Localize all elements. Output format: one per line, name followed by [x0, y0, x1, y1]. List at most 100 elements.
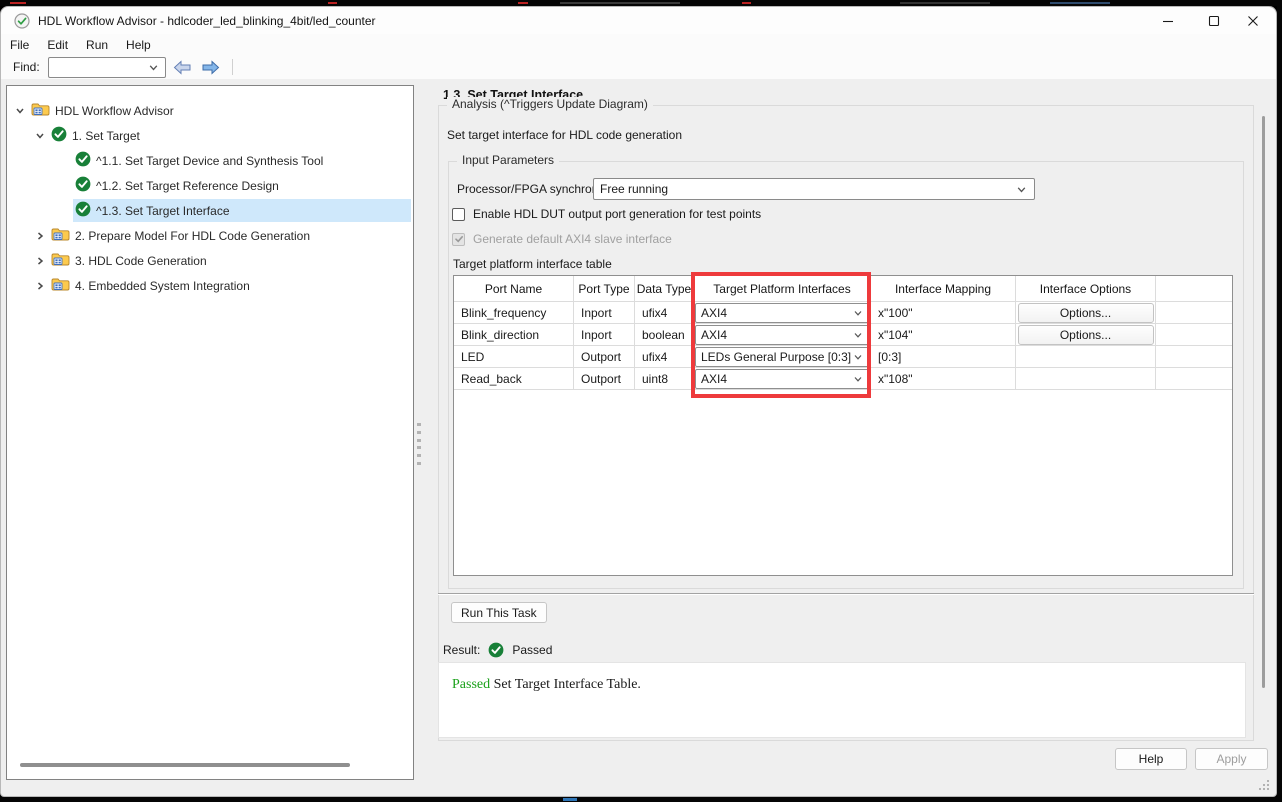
port-type-cell: Outport: [574, 346, 635, 368]
passed-check-icon: [51, 126, 67, 145]
find-label: Find:: [13, 60, 40, 74]
interface-dropdown[interactable]: AXI4: [695, 303, 869, 323]
tree-selection-highlight[interactable]: ^1.3. Set Target Interface: [73, 199, 411, 222]
chevron-down-icon: [853, 308, 863, 318]
passed-check-icon: [488, 642, 504, 658]
passed-check-icon: [75, 176, 91, 195]
chevron-down-icon: [1016, 184, 1027, 195]
tree-item-label: ^1.1. Set Target Device and Synthesis To…: [96, 154, 323, 168]
result-message-status: Passed: [452, 677, 490, 692]
table-row: Blink_frequency Inport ufix4 AXI4 x"100"…: [454, 302, 1232, 324]
tree-item-label: ^1.2. Set Target Reference Design: [96, 179, 279, 193]
chevron-down-icon[interactable]: [31, 128, 49, 144]
menu-file[interactable]: File: [1, 36, 38, 54]
column-header: Target Platform Interfaces: [694, 276, 871, 302]
interface-table-caption: Target platform interface table: [453, 257, 612, 271]
column-header: Port Name: [454, 276, 574, 302]
port-name-cell: LED: [454, 346, 574, 368]
toolbar-separator: [232, 59, 233, 75]
options-button[interactable]: Options...: [1018, 303, 1154, 323]
content-vertical-scrollbar[interactable]: [1262, 116, 1265, 688]
chevron-down-icon: [853, 330, 863, 340]
interface-dropdown[interactable]: AXI4: [695, 369, 869, 389]
axi4-checkbox: [452, 233, 465, 246]
tree-item-label: 3. HDL Code Generation: [75, 254, 207, 268]
resize-grip[interactable]: [1259, 780, 1271, 792]
menu-bar: File Edit Run Help: [1, 34, 1276, 55]
column-header: Interface Options: [1016, 276, 1156, 302]
minimize-button[interactable]: [1145, 7, 1191, 34]
port-name-cell: Read_back: [454, 368, 574, 390]
menu-help[interactable]: Help: [117, 36, 160, 54]
result-status: Passed: [512, 643, 552, 657]
panel-splitter-handle[interactable]: [415, 423, 423, 465]
table-row: Blink_direction Inport boolean AXI4 x"10…: [454, 324, 1232, 346]
find-input[interactable]: [52, 59, 148, 76]
background-right-strip: [1277, 0, 1282, 802]
folder-icon: [31, 102, 50, 119]
passed-check-icon: [75, 201, 91, 220]
screenshot-root: HDL Workflow Advisor - hdlcoder_led_blin…: [0, 0, 1282, 802]
interface-dropdown[interactable]: LEDs General Purpose [0:3]: [695, 347, 869, 367]
menu-edit[interactable]: Edit: [38, 36, 77, 54]
chevron-right-icon[interactable]: [31, 253, 49, 269]
chevron-down-icon[interactable]: [11, 103, 29, 119]
result-message-text: Set Target Interface Table.: [490, 677, 641, 692]
chevron-down-icon: [148, 62, 159, 73]
app-window: HDL Workflow Advisor - hdlcoder_led_blin…: [0, 6, 1277, 797]
data-type-cell: boolean: [635, 324, 694, 346]
tree-item-hdl-code-generation[interactable]: 3. HDL Code Generation: [7, 248, 413, 273]
data-type-cell: uint8: [635, 368, 694, 390]
folder-icon: [51, 277, 70, 294]
sync-dropdown[interactable]: Free running: [593, 178, 1035, 200]
tree-item-label: 4. Embedded System Integration: [75, 279, 250, 293]
find-combobox[interactable]: [48, 57, 166, 78]
arrow-right-icon: [201, 60, 220, 75]
tree-item-set-target[interactable]: 1. Set Target: [7, 123, 413, 148]
port-type-cell: Inport: [574, 302, 635, 324]
folder-icon: [51, 252, 70, 269]
tree-item-hdl-workflow-advisor[interactable]: HDL Workflow Advisor: [7, 98, 413, 123]
table-header-row: Port Name Port Type Data Type Target Pla…: [454, 276, 1232, 302]
workflow-tree-panel: HDL Workflow Advisor 1. Set Target: [6, 85, 414, 780]
test-points-checkbox-label: Enable HDL DUT output port generation fo…: [473, 207, 761, 221]
data-type-cell: ufix4: [635, 346, 694, 368]
background-bottom-strip: [0, 797, 1282, 802]
apply-button[interactable]: Apply: [1195, 748, 1268, 770]
folder-icon: [51, 227, 70, 244]
axi4-checkbox-row: Generate default AXI4 slave interface: [452, 232, 672, 246]
chevron-right-icon[interactable]: [31, 228, 49, 244]
interface-dropdown[interactable]: AXI4: [695, 325, 869, 345]
find-next-button[interactable]: [200, 57, 222, 77]
chevron-down-icon: [853, 374, 863, 384]
tree-item-set-target-reference-design[interactable]: ^1.2. Set Target Reference Design: [7, 173, 413, 198]
check-icon: [454, 234, 464, 244]
tree-item-embedded-system-integration[interactable]: 4. Embedded System Integration: [7, 273, 413, 298]
window-title: HDL Workflow Advisor - hdlcoder_led_blin…: [38, 14, 376, 28]
target-platform-interface-table: Port Name Port Type Data Type Target Pla…: [453, 275, 1233, 576]
interface-mapping-cell: x"104": [871, 324, 1016, 346]
menu-run[interactable]: Run: [77, 36, 117, 54]
close-button[interactable]: [1230, 7, 1276, 34]
app-icon: [14, 13, 30, 29]
tree-horizontal-scrollbar[interactable]: [20, 763, 350, 767]
run-this-task-button[interactable]: Run This Task: [451, 602, 547, 623]
test-points-checkbox[interactable]: [452, 208, 465, 221]
help-button[interactable]: Help: [1115, 748, 1187, 770]
interface-mapping-cell: [0:3]: [871, 346, 1016, 368]
result-message-box: Passed Set Target Interface Table.: [438, 662, 1246, 738]
tree-item-prepare-model[interactable]: 2. Prepare Model For HDL Code Generation: [7, 223, 413, 248]
find-previous-button[interactable]: [172, 57, 194, 77]
chevron-right-icon[interactable]: [31, 278, 49, 294]
tree-item-set-target-interface[interactable]: ^1.3. Set Target Interface: [7, 198, 413, 223]
column-header: Interface Mapping: [871, 276, 1016, 302]
table-row: LED Outport ufix4 LEDs General Purpose […: [454, 346, 1232, 368]
interface-mapping-cell: x"100": [871, 302, 1016, 324]
sync-dropdown-value: Free running: [600, 182, 1016, 196]
options-button[interactable]: Options...: [1018, 325, 1154, 345]
tree-item-set-target-device[interactable]: ^1.1. Set Target Device and Synthesis To…: [7, 148, 413, 173]
task-description: Set target interface for HDL code genera…: [447, 128, 682, 142]
find-toolbar: Find:: [1, 55, 1276, 80]
tree-item-label: 2. Prepare Model For HDL Code Generation: [75, 229, 310, 243]
tree-item-label: 1. Set Target: [72, 129, 140, 143]
